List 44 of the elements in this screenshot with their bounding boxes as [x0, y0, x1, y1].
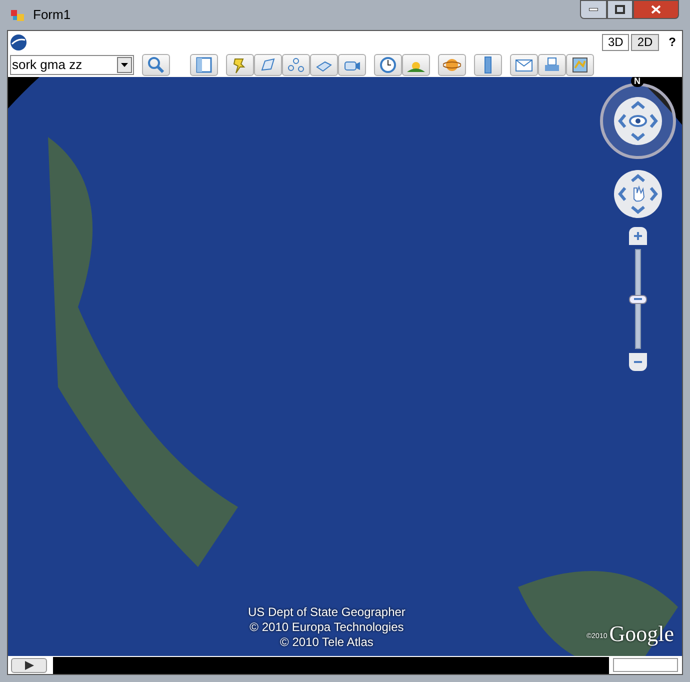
minimize-icon: [589, 8, 598, 11]
toolbar-button[interactable]: [438, 54, 466, 76]
close-button[interactable]: [633, 0, 679, 19]
toolbar-button[interactable]: [190, 54, 218, 76]
maximize-button[interactable]: [607, 0, 633, 19]
play-button[interactable]: [11, 658, 47, 672]
window-title: Form1: [33, 6, 71, 24]
view-mode-tab[interactable]: 2D: [631, 34, 659, 51]
toolbar-button[interactable]: [226, 54, 254, 76]
plus-icon: [633, 231, 643, 241]
toolbar-button[interactable]: [254, 54, 282, 76]
map-icon: [571, 56, 589, 74]
zoom-out-button[interactable]: [629, 353, 647, 371]
path-icon: [287, 56, 305, 74]
compass-north-label: N: [631, 77, 644, 87]
help-icon[interactable]: ?: [668, 33, 676, 51]
toolbar-button[interactable]: [474, 54, 502, 76]
toolbar-button[interactable]: [338, 54, 366, 76]
toolbar-button[interactable]: [282, 54, 310, 76]
planet-icon: [443, 56, 461, 74]
move-joystick-icon[interactable]: [613, 169, 663, 219]
attribution-text: © 2010 Tele Atlas: [280, 635, 374, 650]
play-icon: [24, 660, 34, 670]
toolbar-button[interactable]: [310, 54, 338, 76]
restore-icon: [615, 5, 625, 14]
sidebar-icon: [195, 56, 213, 74]
toolbar-button[interactable]: [566, 54, 594, 76]
toolbar-button[interactable]: [510, 54, 538, 76]
zoom-in-button[interactable]: [629, 227, 647, 245]
attribution-text: © 2010 Europa Technologies: [250, 620, 404, 635]
attribution-text: US Dept of State Geographer: [248, 605, 406, 620]
app-icon: [11, 8, 25, 22]
toolbar-button[interactable]: [142, 54, 170, 76]
eye-joystick-icon: [613, 96, 663, 146]
toolbar-button[interactable]: [538, 54, 566, 76]
printer-icon: [543, 56, 561, 74]
logo-text: Google: [609, 622, 674, 646]
search-icon: [147, 56, 165, 74]
close-icon: [651, 5, 661, 14]
toolbar-button[interactable]: [374, 54, 402, 76]
minimize-button[interactable]: [580, 0, 607, 19]
clock-icon: [379, 56, 397, 74]
toolbar-button[interactable]: [402, 54, 430, 76]
view-mode-tab[interactable]: 3D: [602, 34, 630, 51]
